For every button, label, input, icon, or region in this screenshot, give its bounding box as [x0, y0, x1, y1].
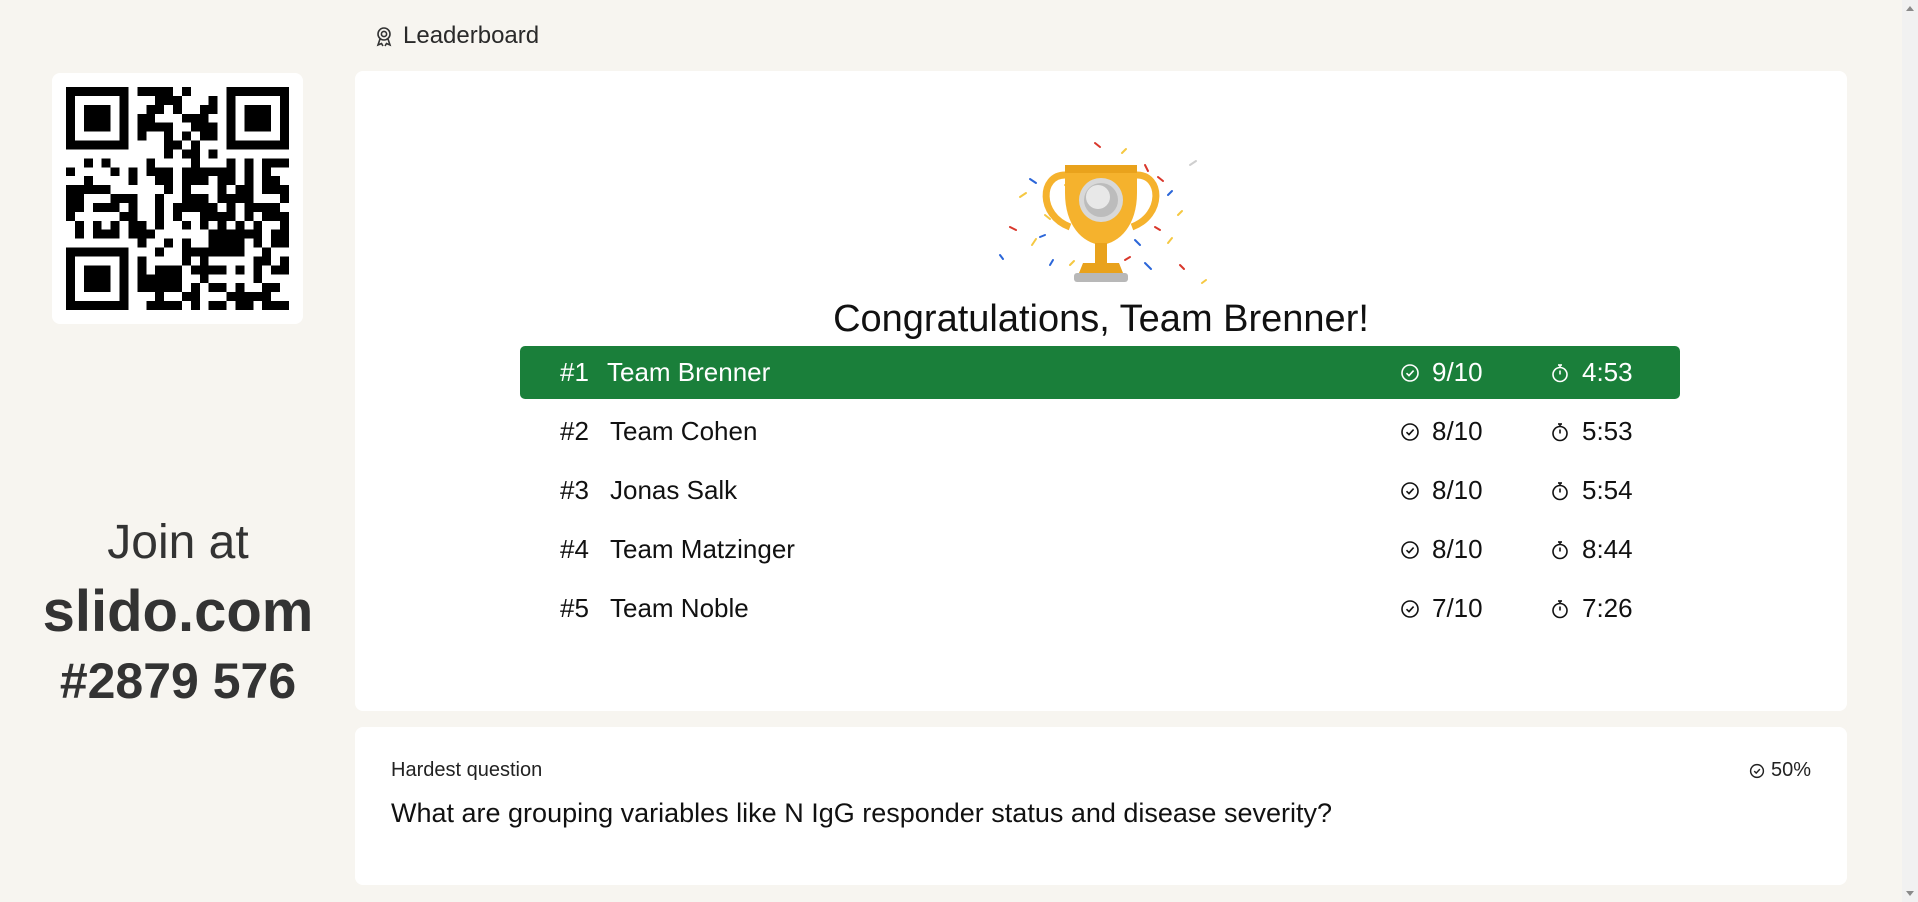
correct-percentage: 50%: [1749, 759, 1811, 782]
join-at-label: Join at: [107, 516, 249, 569]
team-name: Team Cohen: [610, 416, 758, 446]
leaderboard-row: #3 Jonas Salk 8/10 5:54: [520, 464, 1680, 517]
page-title: Leaderboard: [403, 22, 540, 49]
hardest-question-card: Hardest question What are grouping varia…: [355, 727, 1847, 885]
score: 8/10: [1432, 416, 1483, 446]
scrollbar[interactable]: [1902, 0, 1918, 902]
rank: #3: [560, 475, 589, 505]
stopwatch-icon: [1550, 422, 1570, 442]
check-circle-icon: [1749, 763, 1765, 779]
team-name: Jonas Salk: [610, 475, 738, 505]
trophy-icon: [999, 142, 1207, 284]
scroll-down-arrow[interactable]: [1906, 891, 1914, 896]
leaderboard-card: Congratulations, Team Brenner! #1 Team B…: [355, 71, 1847, 711]
hardest-question-label: Hardest question: [391, 759, 543, 781]
score: 8/10: [1432, 475, 1483, 505]
rank: #4: [560, 534, 589, 564]
time: 8:44: [1582, 534, 1633, 564]
hardest-question-text: What are grouping variables like N IgG r…: [391, 798, 1332, 828]
qr-code-image: [66, 87, 289, 310]
score: 8/10: [1432, 534, 1483, 564]
team-name: Team Brenner: [607, 357, 771, 387]
qr-code: [52, 73, 303, 324]
join-domain: slido.com: [42, 579, 314, 644]
time: 5:53: [1582, 416, 1633, 446]
badge-ribbon-icon: [373, 25, 395, 47]
leaderboard-header: Leaderboard: [373, 20, 539, 52]
congratulations-title: Congratulations, Team Brenner!: [833, 298, 1369, 340]
team-name: Team Noble: [610, 593, 749, 623]
percentage-value: 50%: [1770, 759, 1811, 781]
scroll-up-arrow[interactable]: [1906, 6, 1914, 11]
check-circle-icon: [1400, 363, 1420, 383]
leaderboard-row: #4 Team Matzinger 8/10 8:44: [520, 523, 1680, 576]
leaderboard-row: #2 Team Cohen 8/10 5:53: [520, 405, 1680, 458]
leaderboard-row: #1 Team Brenner 9/10 4:53: [520, 346, 1680, 399]
stopwatch-icon: [1550, 363, 1570, 383]
check-circle-icon: [1400, 540, 1420, 560]
time: 4:53: [1582, 357, 1633, 387]
time: 7:26: [1582, 593, 1633, 623]
rank: #5: [560, 593, 589, 623]
stopwatch-icon: [1550, 599, 1570, 619]
score: 9/10: [1432, 357, 1483, 387]
check-circle-icon: [1400, 422, 1420, 442]
rank: #2: [560, 416, 589, 446]
time: 5:54: [1582, 475, 1633, 505]
stopwatch-icon: [1550, 481, 1570, 501]
rank: #1: [560, 357, 589, 387]
score: 7/10: [1432, 593, 1483, 623]
stopwatch-icon: [1550, 540, 1570, 560]
leaderboard-list: #1 Team Brenner 9/10 4:53 #2 Team Cohen …: [520, 346, 1680, 641]
event-code: #2879 576: [59, 653, 297, 709]
team-name: Team Matzinger: [610, 534, 795, 564]
check-circle-icon: [1400, 599, 1420, 619]
check-circle-icon: [1400, 481, 1420, 501]
leaderboard-row: #5 Team Noble 7/10 7:26: [520, 582, 1680, 635]
